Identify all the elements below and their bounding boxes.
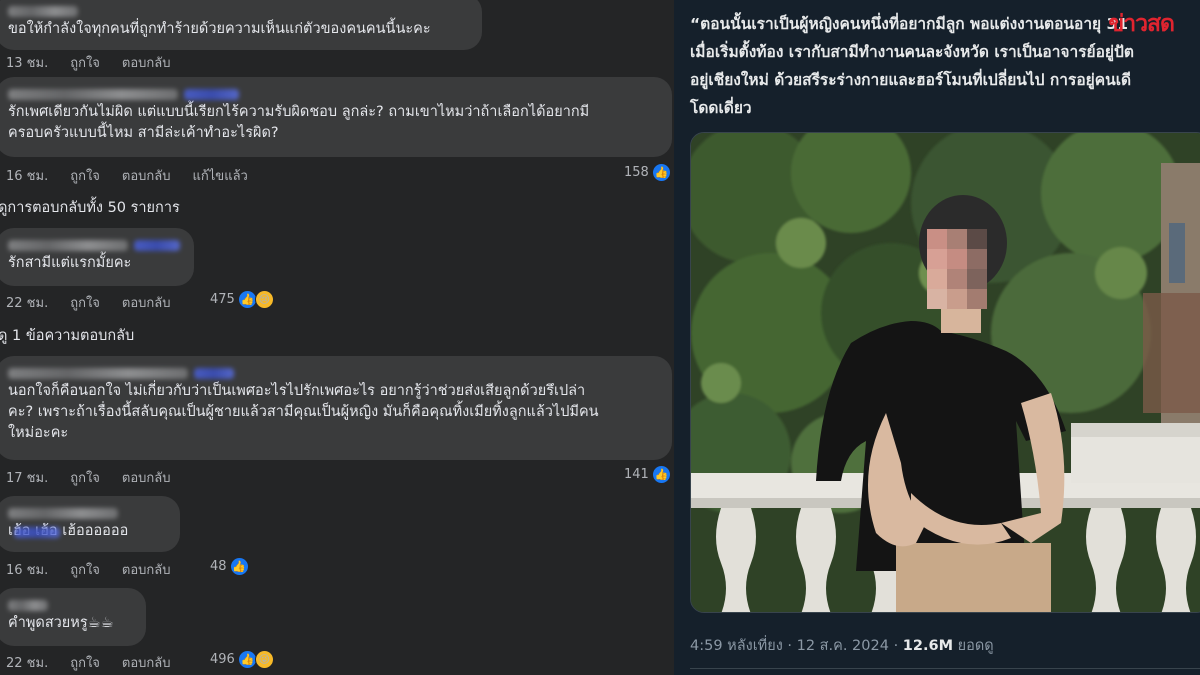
laugh-emoji-icon: 😜 bbox=[254, 650, 274, 669]
comment-actions: 17 ชม. ถูกใจ ตอบกลับ bbox=[6, 467, 171, 488]
reply-link[interactable]: ตอบกลับ bbox=[122, 652, 171, 673]
tweet-panel: “ตอนนั้นเราเป็นผู้หญิงคนหนึ่งที่อยากมีลู… bbox=[674, 0, 1200, 675]
divider bbox=[690, 668, 1200, 669]
like-link[interactable]: ถูกใจ bbox=[70, 165, 100, 186]
news-watermark-logo: ข่าวสด bbox=[1108, 11, 1175, 37]
comment-actions: 16 ชม. ถูกใจ ตอบกลับ แก้ไขแล้ว bbox=[6, 165, 248, 186]
blurred-author-name bbox=[8, 89, 178, 100]
reply-link[interactable]: ตอบกลับ bbox=[122, 292, 171, 313]
tweet-text-line: โดดเดี่ยว bbox=[690, 99, 752, 117]
tweet-views-label: ยอดดู bbox=[957, 638, 994, 654]
tweet-views-count: 12.6M bbox=[902, 638, 954, 654]
blurred-author-name bbox=[8, 600, 48, 611]
comment-text: คำพูดสวยหรู☕☕ bbox=[8, 615, 114, 631]
comment-bubble: นอกใจก็คือนอกใจ ไม่เกี่ยวกับว่าเป็นเพศอะ… bbox=[0, 356, 672, 460]
comment-text-line: รักเพศเดียวกันไม่ผิด แต่แบบนี้เรียกไร้คว… bbox=[8, 104, 590, 120]
blurred-author-name bbox=[8, 508, 118, 519]
comment-time: 13 ชม. bbox=[6, 56, 49, 71]
sad-emoji-icon: 😢 bbox=[254, 290, 274, 309]
reaction-count[interactable]: 141 👍 bbox=[624, 465, 671, 484]
tweet-time[interactable]: 4:59 หลังเที่ยง bbox=[690, 638, 783, 654]
comment-text-line: ใหม่อะคะ bbox=[8, 425, 69, 441]
comment-time: 22 ชม. bbox=[6, 296, 49, 311]
like-link[interactable]: ถูกใจ bbox=[70, 292, 100, 313]
edited-label: แก้ไขแล้ว bbox=[192, 169, 248, 184]
tweet-text-line: เมื่อเริ่มตั้งท้อง เรากับสามีทำงานคนละจั… bbox=[690, 43, 1134, 61]
tweet-meta: 4:59 หลังเที่ยง · 12 ส.ค. 2024 · 12.6M ย… bbox=[690, 634, 994, 657]
comment-text-line: คะ? เพราะถ้าเรื่องนี้สลับคุณเป็นผู้ชายแล… bbox=[8, 404, 599, 420]
comment-text-line: นอกใจก็คือนอกใจ ไม่เกี่ยวกับว่าเป็นเพศอะ… bbox=[8, 383, 586, 399]
comment-time: 16 ชม. bbox=[6, 169, 49, 184]
comment-actions: 13 ชม. ถูกใจ ตอบกลับ bbox=[6, 52, 171, 73]
tweet-date[interactable]: 12 ส.ค. 2024 bbox=[797, 638, 889, 654]
reply-link[interactable]: ตอบกลับ bbox=[122, 52, 171, 73]
comment-actions: 16 ชม. ถูกใจ ตอบกลับ bbox=[6, 559, 171, 580]
reaction-count[interactable]: 475 👍 😢 bbox=[210, 290, 274, 309]
blurred-author-name bbox=[8, 368, 188, 379]
reply-link[interactable]: ตอบกลับ bbox=[122, 165, 171, 186]
comment-bubble: รักสามีแต่แรกมั้ยคะ bbox=[0, 228, 194, 286]
comment-text: ขอให้กำลังใจทุกคนที่ถูกทำร้ายด้วยความเห็… bbox=[8, 21, 431, 37]
like-icon: 👍 bbox=[237, 650, 257, 669]
comment-bubble: เฮ้อ เฮ้อ เฮ้ออออออ bbox=[0, 496, 180, 552]
reply-link[interactable]: ตอบกลับ bbox=[122, 467, 171, 488]
photo-illustration bbox=[691, 133, 1200, 612]
like-icon: 👍 bbox=[651, 465, 671, 484]
comment-bubble: รักเพศเดียวกันไม่ผิด แต่แบบนี้เรียกไร้คว… bbox=[0, 77, 672, 157]
comment-bubble: คำพูดสวยหรู☕☕ bbox=[0, 588, 146, 646]
tweet-text-line: อยู่เชียงใหม่ ด้วยสรีระร่างกายและฮอร์โมน… bbox=[690, 71, 1132, 89]
comment-actions: 22 ชม. ถูกใจ ตอบกลับ bbox=[6, 292, 171, 313]
like-link[interactable]: ถูกใจ bbox=[70, 52, 100, 73]
reaction-count-number: 475 bbox=[210, 292, 235, 307]
comment-bubble: ขอให้กำลังใจทุกคนที่ถูกทำร้ายด้วยความเห็… bbox=[0, 0, 482, 50]
view-replies-link[interactable]: ดูการตอบกลับทั้ง 50 รายการ bbox=[0, 196, 180, 219]
blurred-author-badge bbox=[14, 527, 60, 538]
reaction-count-number: 141 bbox=[624, 467, 649, 482]
reaction-count-number: 496 bbox=[210, 652, 235, 667]
comment-time: 16 ชม. bbox=[6, 563, 49, 578]
blurred-author-name bbox=[8, 6, 78, 17]
blurred-author-badge bbox=[194, 368, 234, 379]
reply-link[interactable]: ตอบกลับ bbox=[122, 559, 171, 580]
comment-actions: 22 ชม. ถูกใจ ตอบกลับ bbox=[6, 652, 171, 673]
reaction-count[interactable]: 496 👍 😜 bbox=[210, 650, 274, 669]
like-link[interactable]: ถูกใจ bbox=[70, 652, 100, 673]
like-icon: 👍 bbox=[237, 290, 257, 309]
reaction-count[interactable]: 158 👍 bbox=[624, 163, 671, 182]
facebook-comments-panel: ขอให้กำลังใจทุกคนที่ถูกทำร้ายด้วยความเห็… bbox=[0, 0, 674, 675]
comment-time: 17 ชม. bbox=[6, 471, 49, 486]
blurred-author-name bbox=[8, 240, 128, 251]
like-icon: 👍 bbox=[651, 163, 671, 182]
comment-time: 22 ชม. bbox=[6, 656, 49, 671]
like-link[interactable]: ถูกใจ bbox=[70, 559, 100, 580]
view-reply-link[interactable]: ดู 1 ข้อความตอบกลับ bbox=[0, 324, 134, 347]
blurred-author-badge bbox=[184, 89, 239, 100]
comment-text-line: ครอบครัวแบบนี้ไหม สามีล่ะเค้าทำอะไรผิด? bbox=[8, 125, 279, 141]
like-icon: 👍 bbox=[229, 557, 249, 576]
blurred-author-badge bbox=[134, 240, 180, 251]
comment-text: รักสามีแต่แรกมั้ยคะ bbox=[8, 255, 132, 271]
tweet-meta-separator: · bbox=[893, 638, 899, 654]
like-link[interactable]: ถูกใจ bbox=[70, 467, 100, 488]
tweet-photo[interactable] bbox=[690, 132, 1200, 613]
reaction-count-number: 48 bbox=[210, 559, 227, 574]
reaction-count-number: 158 bbox=[624, 165, 649, 180]
tweet-meta-separator: · bbox=[787, 638, 793, 654]
reaction-count[interactable]: 48 👍 bbox=[210, 557, 249, 576]
